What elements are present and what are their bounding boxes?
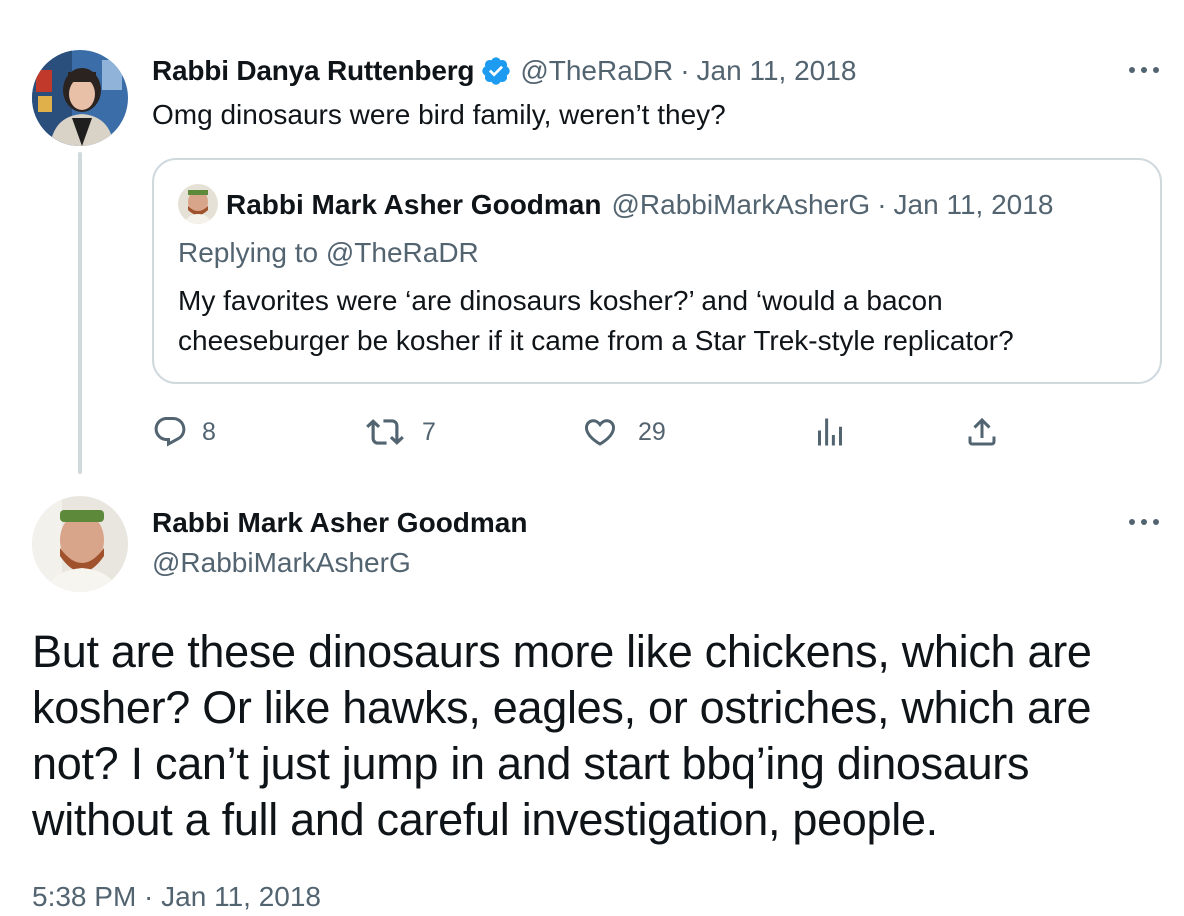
main-tweet-text-line4: without a full and careful investigation… [32,794,938,845]
main-tweet-text-line3: not? I can’t just jump in and start bbq’… [32,738,1030,789]
retweet-button[interactable]: 7 [366,412,436,452]
quoted-tweet-text-line2: cheeseburger be kosher if it came from a… [178,325,1014,356]
more-horizontal-icon [1129,67,1159,73]
like-button[interactable]: 29 [582,412,666,452]
reply-count: 8 [202,417,216,446]
tweet-text: Omg dinosaurs were bird family, weren’t … [152,99,726,130]
more-options-button[interactable] [1124,60,1164,80]
author-name[interactable]: Rabbi Danya Ruttenberg [152,55,475,87]
reply-icon [154,417,186,447]
main-author-avatar[interactable] [32,496,128,592]
heart-icon [584,419,616,446]
share-button[interactable] [964,412,1000,452]
quoted-author-handle: @RabbiMarkAsherG [611,189,871,220]
header-separator: · [680,55,690,86]
replying-to-handle[interactable]: @TheRaDR [326,237,479,268]
tweet-date[interactable]: Jan 11, 2018 [697,55,857,87]
tweet-header: Rabbi Danya Ruttenberg @TheRaDR · Jan 11… [152,52,856,90]
main-tweet-text: But are these dinosaurs more like chicke… [32,624,1092,848]
quoted-author-name: Rabbi Mark Asher Goodman [226,189,602,220]
share-icon [968,417,996,446]
retweet-icon [366,419,404,445]
verified-badge-icon [480,55,512,87]
author-avatar-danya[interactable] [32,50,128,146]
replying-to-line: Replying to @TheRaDR [178,234,479,272]
main-author-name[interactable]: Rabbi Mark Asher Goodman [152,504,527,542]
main-more-options-button[interactable] [1124,512,1164,532]
replying-to-prefix: Replying to [178,237,319,268]
views-button[interactable] [812,412,848,452]
main-tweet-timestamp[interactable]: 5:38 PM · Jan 11, 2018 [32,878,321,916]
reply-button[interactable]: 8 [152,412,216,452]
retweet-count: 7 [422,417,436,446]
main-author-handle[interactable]: @RabbiMarkAsherG [152,544,411,582]
quoted-author-avatar[interactable] [178,184,218,224]
thread-connector-line [78,152,82,474]
main-tweet-text-line1: But are these dinosaurs more like chicke… [32,626,1092,677]
quoted-header-separator: · [877,189,887,220]
quoted-tweet-header: Rabbi Mark Asher Goodman @RabbiMarkAsher… [226,186,1053,224]
quoted-tweet-text-line1: My favorites were ‘are dinosaurs kosher?… [178,285,943,316]
like-count: 29 [638,417,666,446]
quoted-tweet-date: Jan 11, 2018 [893,189,1054,220]
main-tweet-text-line2: kosher? Or like hawks, eagles, or ostric… [32,682,1092,733]
more-horizontal-icon [1129,519,1159,525]
bar-chart-icon [818,418,842,446]
author-handle[interactable]: @TheRaDR [520,55,673,87]
